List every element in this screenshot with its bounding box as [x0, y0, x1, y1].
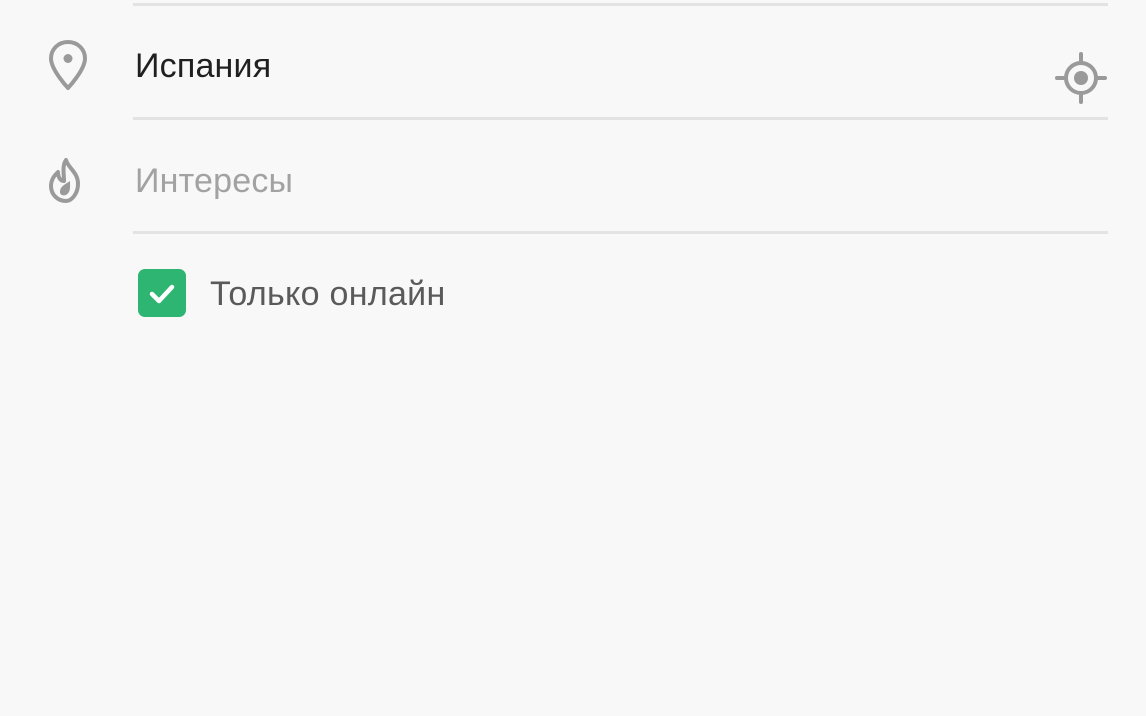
my-location-icon[interactable]: [1053, 50, 1109, 106]
interests-placeholder[interactable]: Интересы: [135, 161, 293, 201]
location-field-row[interactable]: Испания: [0, 10, 1146, 120]
interests-field-row[interactable]: Интересы: [0, 124, 1146, 234]
location-divider: [133, 117, 1108, 120]
online-only-checkbox[interactable]: [138, 269, 186, 317]
location-pin-icon: [44, 38, 92, 92]
flame-icon: [44, 154, 92, 208]
top-divider: [133, 3, 1108, 6]
search-filter-screen: Испания Интересы Только онлайн: [0, 0, 1146, 716]
online-only-label[interactable]: Только онлайн: [210, 274, 446, 314]
location-value[interactable]: Испания: [135, 46, 271, 86]
interests-divider: [133, 231, 1108, 234]
checkmark-icon: [149, 284, 175, 304]
